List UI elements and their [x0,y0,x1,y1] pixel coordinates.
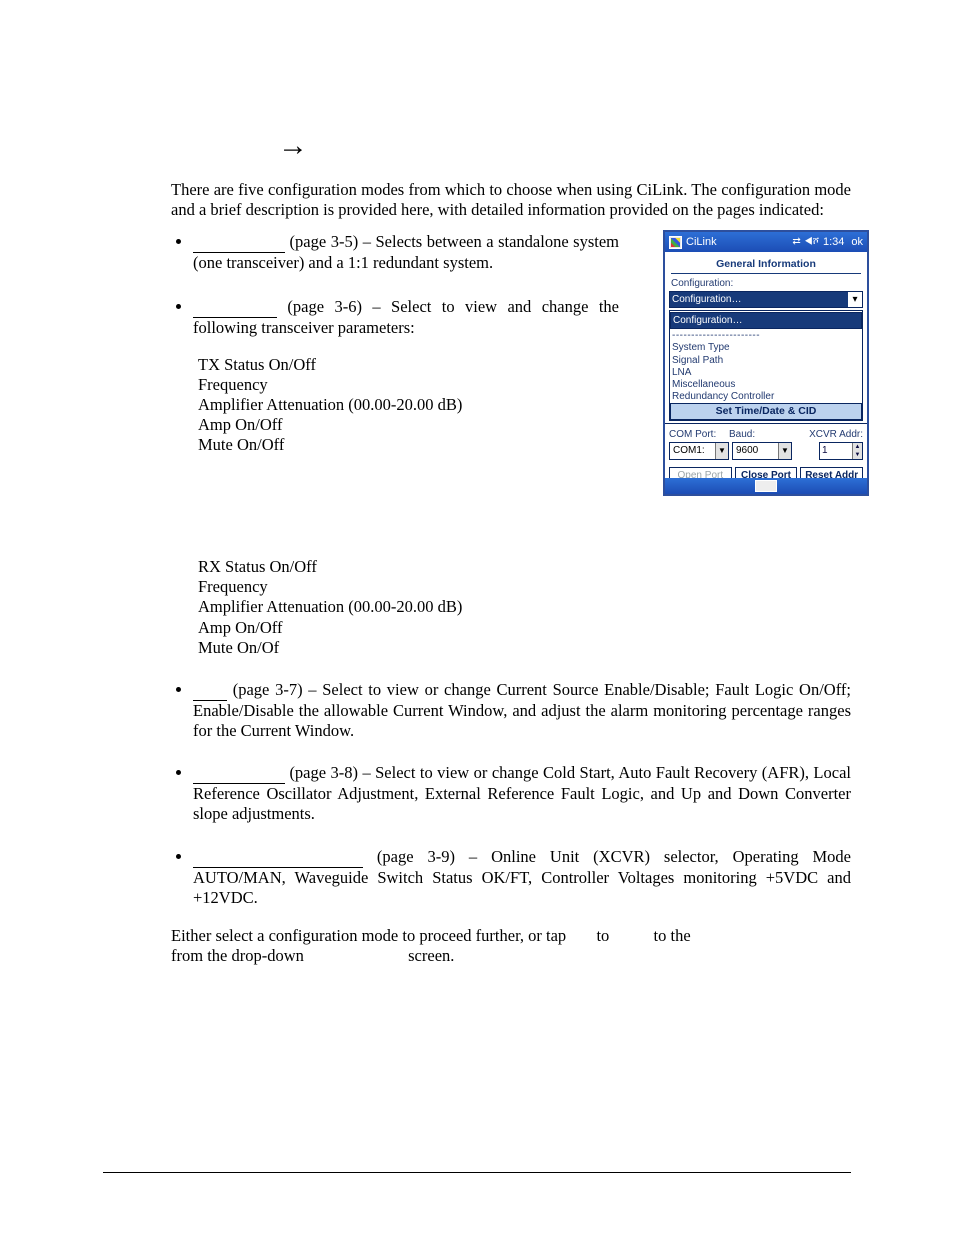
blank-line [193,763,285,784]
blank-line [193,847,363,868]
pda-item-signal-path[interactable]: Signal Path [670,355,862,367]
pda-port-labels: COM Port: Baud: XCVR Addr: [665,426,867,442]
pda-section-header: General Information [671,254,861,274]
outro-5: screen. [408,946,454,965]
pda-ok[interactable]: ok [851,236,863,249]
pda-separator: ----------------------- [670,330,862,342]
pda-item-lna[interactable]: LNA [670,367,862,379]
rx-line-1: RX Status On/Off [198,557,851,577]
rx-line-5: Mute On/Of [198,638,851,658]
bullet-3: (page 3-7) – Select to view or change Cu… [193,680,851,741]
blank-line [193,680,227,701]
blank-line [193,232,285,253]
pda-com-select[interactable]: COM1: ▼ [669,442,729,460]
lbl-com: COM Port: [669,429,729,441]
rx-line-4: Amp On/Off [198,618,851,638]
outro-2: to [596,926,609,945]
rx-line-3: Amplifier Attenuation (00.00-20.00 dB) [198,597,851,617]
bullet-1-body: (page 3-5) – Selects between a standalon… [193,232,619,273]
pda-item-redundancy[interactable]: Redundancy Controller [670,391,862,403]
chevron-down-icon[interactable]: ▾ [848,292,862,307]
pda-config-select-value: Configuration… [672,292,741,307]
pda-titlebar: CiLink ⇄ ◀ሾ 1:34 ok [665,232,867,252]
bullet-3-body: (page 3-7) – Select to view or change Cu… [193,680,851,741]
keyboard-icon[interactable] [755,480,777,492]
outro-4: from the drop-down [171,946,304,965]
pda-config-select[interactable]: Configuration… ▾ [669,291,863,308]
lbl-baud: Baud: [729,429,789,441]
start-icon[interactable] [669,236,682,249]
pda-item-system-type[interactable]: System Type [670,342,862,354]
pda-com-value: COM1: [670,443,715,459]
spinner-down-icon[interactable]: ▼ [852,451,862,459]
chevron-down-icon[interactable]: ▼ [715,443,728,459]
rx-sublist: RX Status On/Off Frequency Amplifier Att… [198,557,851,658]
pda-baud-value: 9600 [733,443,778,459]
rx-line-2: Frequency [198,577,851,597]
pda-baud-select[interactable]: 9600 ▼ [732,442,792,460]
pda-screenshot: CiLink ⇄ ◀ሾ 1:34 ok General Information … [663,230,869,496]
pda-addr-value: 1 [820,443,852,459]
outro-3: to the [654,926,691,945]
intro-paragraph: There are five configuration modes from … [171,180,851,220]
bullet-4-body: (page 3-8) – Select to view or change Co… [193,763,851,824]
pda-config-label: Configuration: [669,278,863,290]
arrow-glyph: → [278,128,308,165]
pda-dropdown-selected[interactable]: Configuration… [670,312,862,329]
document-page: → There are five configuration modes fro… [0,0,954,1235]
footer-rule [103,1172,851,1173]
outro-1: Either select a configuration mode to pr… [171,926,566,945]
pda-dropdown-open: Configuration… ----------------------- S… [669,310,863,421]
pda-item-misc[interactable]: Miscellaneous [670,379,862,391]
bullet-list: (page 3-5) – Selects between a standalon… [171,232,851,908]
bullet-1: (page 3-5) – Selects between a standalon… [193,232,851,542]
pda-item-settime[interactable]: Set Time/Date & CID [670,403,862,420]
pda-time: 1:34 [823,236,844,249]
chevron-down-icon[interactable]: ▼ [778,443,791,459]
connectivity-icon[interactable]: ⇄ [792,236,800,248]
bullet-5-body: (page 3-9) – Online Unit (XCVR) selector… [193,847,851,908]
pda-addr-spinner[interactable]: 1 ▲▼ [819,442,863,460]
bullet-4-text: (page 3-8) – Select to view or change Co… [193,763,851,823]
lbl-addr: XCVR Addr: [789,429,863,441]
spinner-up-icon[interactable]: ▲ [852,443,862,451]
bullet-5: (page 3-9) – Online Unit (XCVR) selector… [193,847,851,908]
outro-paragraph: Either select a configuration mode to pr… [171,926,851,966]
volume-icon[interactable]: ◀ሾ [805,236,819,248]
pda-dropdown-selected-text: Configuration… [673,313,742,328]
bullet-3-text: (page 3-7) – Select to view or change Cu… [193,680,851,740]
pda-bottom-bar [665,478,867,494]
pda-app-name: CiLink [686,236,717,249]
bullet-4: (page 3-8) – Select to view or change Co… [193,763,851,824]
